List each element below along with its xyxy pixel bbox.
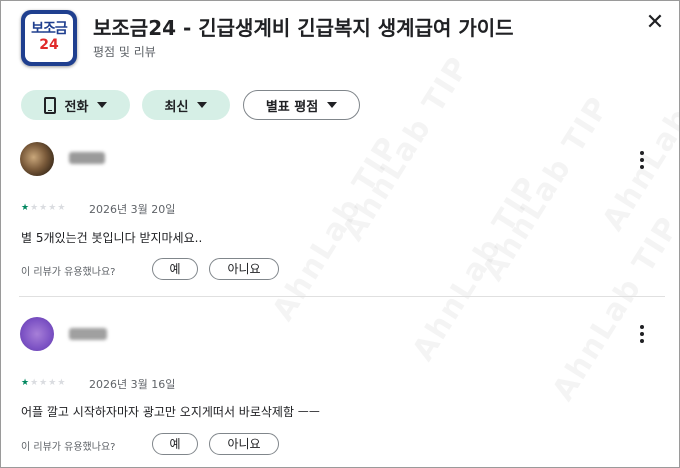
device-filter-label: 전화 xyxy=(64,99,89,115)
more-options-icon[interactable] xyxy=(639,151,645,171)
device-filter-chip[interactable]: 전화 xyxy=(21,90,130,120)
watermark-text: AhnLab TIP xyxy=(266,130,407,327)
app-icon: 보조금 24 xyxy=(21,10,77,66)
review-text: 어플 깔고 시작하자마자 광고만 오지게떠서 바로삭제함 ㅡㅡ xyxy=(21,405,320,419)
helpful-yes-button[interactable]: 예 xyxy=(152,433,198,455)
star-icon: ★ xyxy=(39,378,48,388)
helpful-prompt: 이 리뷰가 유용했나요? xyxy=(21,442,116,453)
more-options-icon[interactable] xyxy=(639,325,645,345)
reviews-dialog: AhnLab TIP AhnLab TIP AhnLab TIP AhnLab … xyxy=(0,0,680,468)
helpful-no-button[interactable]: 아니요 xyxy=(209,433,279,455)
star-icon: ★ xyxy=(30,378,39,388)
star-icon: ★ xyxy=(39,203,48,213)
rating-filter-label: 별표 평점 xyxy=(265,99,319,115)
rating-filter-chip[interactable]: 별표 평점 xyxy=(243,90,360,120)
app-icon-number: 24 xyxy=(39,37,59,53)
reviewer-name-blurred xyxy=(69,152,105,164)
avatar xyxy=(20,317,54,351)
app-icon-text: 보조금 xyxy=(31,21,68,37)
watermark-text: AhnLab TIP xyxy=(596,40,679,237)
dropdown-arrow-icon xyxy=(197,102,208,108)
watermark-text: AhnLab TIP xyxy=(406,170,547,367)
app-title: 보조금24 - 긴급생계비 긴급복지 생계급여 가이드 xyxy=(93,16,514,40)
avatar xyxy=(20,142,54,176)
star-rating: ★ ★ ★ ★ ★ xyxy=(21,378,66,388)
sort-filter-label: 최신 xyxy=(164,99,189,115)
review-date: 2026년 3월 20일 xyxy=(89,203,176,216)
close-icon[interactable]: ✕ xyxy=(641,9,669,37)
star-icon: ★ xyxy=(21,203,30,213)
reviewer-name-blurred xyxy=(69,328,107,340)
helpful-yes-button[interactable]: 예 xyxy=(152,258,198,280)
star-icon: ★ xyxy=(21,378,30,388)
sort-filter-chip[interactable]: 최신 xyxy=(142,90,230,120)
page-subtitle: 평점 및 리뷰 xyxy=(93,45,156,59)
helpful-prompt: 이 리뷰가 유용했나요? xyxy=(21,267,116,278)
watermark-text: AhnLab TIP xyxy=(336,50,477,247)
review-text: 별 5개있는건 봇입니다 받지마세요.. xyxy=(21,231,203,245)
watermark-text: AhnLab TIP xyxy=(546,210,679,407)
watermark-text: AhnLab TIP xyxy=(476,90,617,287)
star-icon: ★ xyxy=(48,203,57,213)
star-rating: ★ ★ ★ ★ ★ xyxy=(21,203,66,213)
star-icon: ★ xyxy=(48,378,57,388)
dropdown-arrow-icon xyxy=(327,102,338,108)
review-date: 2026년 3월 16일 xyxy=(89,378,176,391)
app-icon-face: 보조금 24 xyxy=(25,14,73,62)
star-icon: ★ xyxy=(57,203,66,213)
star-icon: ★ xyxy=(57,378,66,388)
star-icon: ★ xyxy=(30,203,39,213)
phone-icon xyxy=(43,96,56,114)
helpful-no-button[interactable]: 아니요 xyxy=(209,258,279,280)
divider xyxy=(19,296,665,297)
dropdown-arrow-icon xyxy=(97,102,108,108)
